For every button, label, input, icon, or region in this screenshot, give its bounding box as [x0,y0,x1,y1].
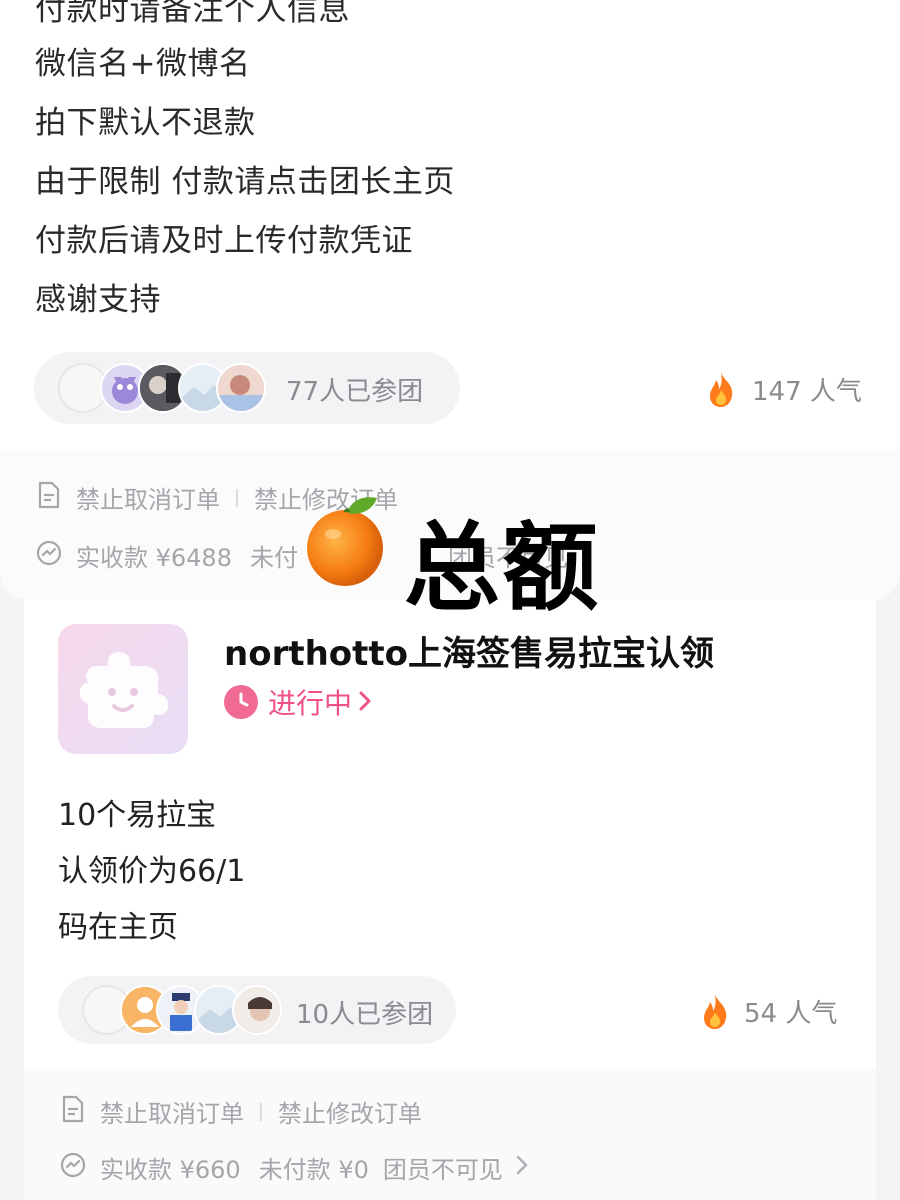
money-icon [60,1152,86,1184]
status-badge[interactable]: 进行中 [224,682,372,722]
popularity: 54 人气 [744,993,837,1030]
document-icon [60,1095,86,1129]
avatar [232,985,282,1035]
description-line: 微信名+微博名 [35,46,251,82]
divider [260,1102,262,1121]
orange-emoji-icon [305,490,391,590]
participants-count: 77人已参团 [286,377,424,407]
rules-row: 禁止取消订单 禁止修改订单 [60,1094,422,1129]
description-line: 由于限制 付款请点击团长主页 [35,164,455,200]
avatar [216,363,266,413]
description-line: 付款后请及时上传付款凭证 [35,223,413,259]
rule-no-modify: 禁止修改订单 [278,1100,422,1128]
fire-icon [700,992,730,1034]
description-line: 认领价为66/1 [58,854,246,889]
received-amount: 实收款 ¥660 [100,1156,241,1184]
description-line: 付款时请备注个人信息 [35,0,350,28]
popularity-label: 人气 [809,377,862,407]
puzzle-icon [79,652,169,729]
description-line: 感谢支持 [35,282,161,318]
chevron-right-icon [358,686,372,719]
document-icon [36,481,62,515]
group-buy-card-2[interactable]: northotto上海签售易拉宝认领 进行中 10个易拉宝 认领价为66/1 码… [24,600,876,1200]
received-amount: 实收款 ¥6488 [76,544,232,572]
chevron-right-icon[interactable] [515,1154,529,1182]
payment-row[interactable]: 实收款 ¥660 未付款 ¥0 团员不可见 [60,1150,529,1185]
clock-icon [224,685,258,719]
money-icon [36,540,62,572]
divider [236,488,238,507]
popularity-label: 人气 [785,999,838,1029]
description-line: 拍下默认不退款 [35,105,256,141]
participants-pill[interactable]: 10人已参团 [58,976,456,1044]
popularity: 147 人气 [752,371,862,408]
popularity-value: 147 [752,377,802,407]
order-footer: 禁止取消订单 禁止修改订单 实收款 ¥660 未付款 ¥0 团员不可见 [24,1068,876,1200]
popularity-value: 54 [744,999,778,1029]
participants-count: 10人已参团 [296,1000,434,1030]
group-title[interactable]: northotto上海签售易拉宝认领 [224,626,714,675]
description-line: 10个易拉宝 [58,798,217,833]
description-line: 码在主页 [58,910,178,945]
unpaid-amount: 未付 [249,544,298,572]
rule-no-cancel: 禁止取消订单 [76,486,220,514]
participants-pill[interactable]: 77人已参团 [34,352,460,424]
unpaid-amount: 未付款 ¥0 [258,1156,369,1184]
rule-no-cancel: 禁止取消订单 [100,1100,244,1128]
total-sticker-text: 总额 [404,512,600,624]
visibility-text: 团员不可见 [382,1156,503,1184]
group-thumbnail [58,624,188,754]
fire-icon [706,370,736,412]
status-text: 进行中 [268,687,353,720]
